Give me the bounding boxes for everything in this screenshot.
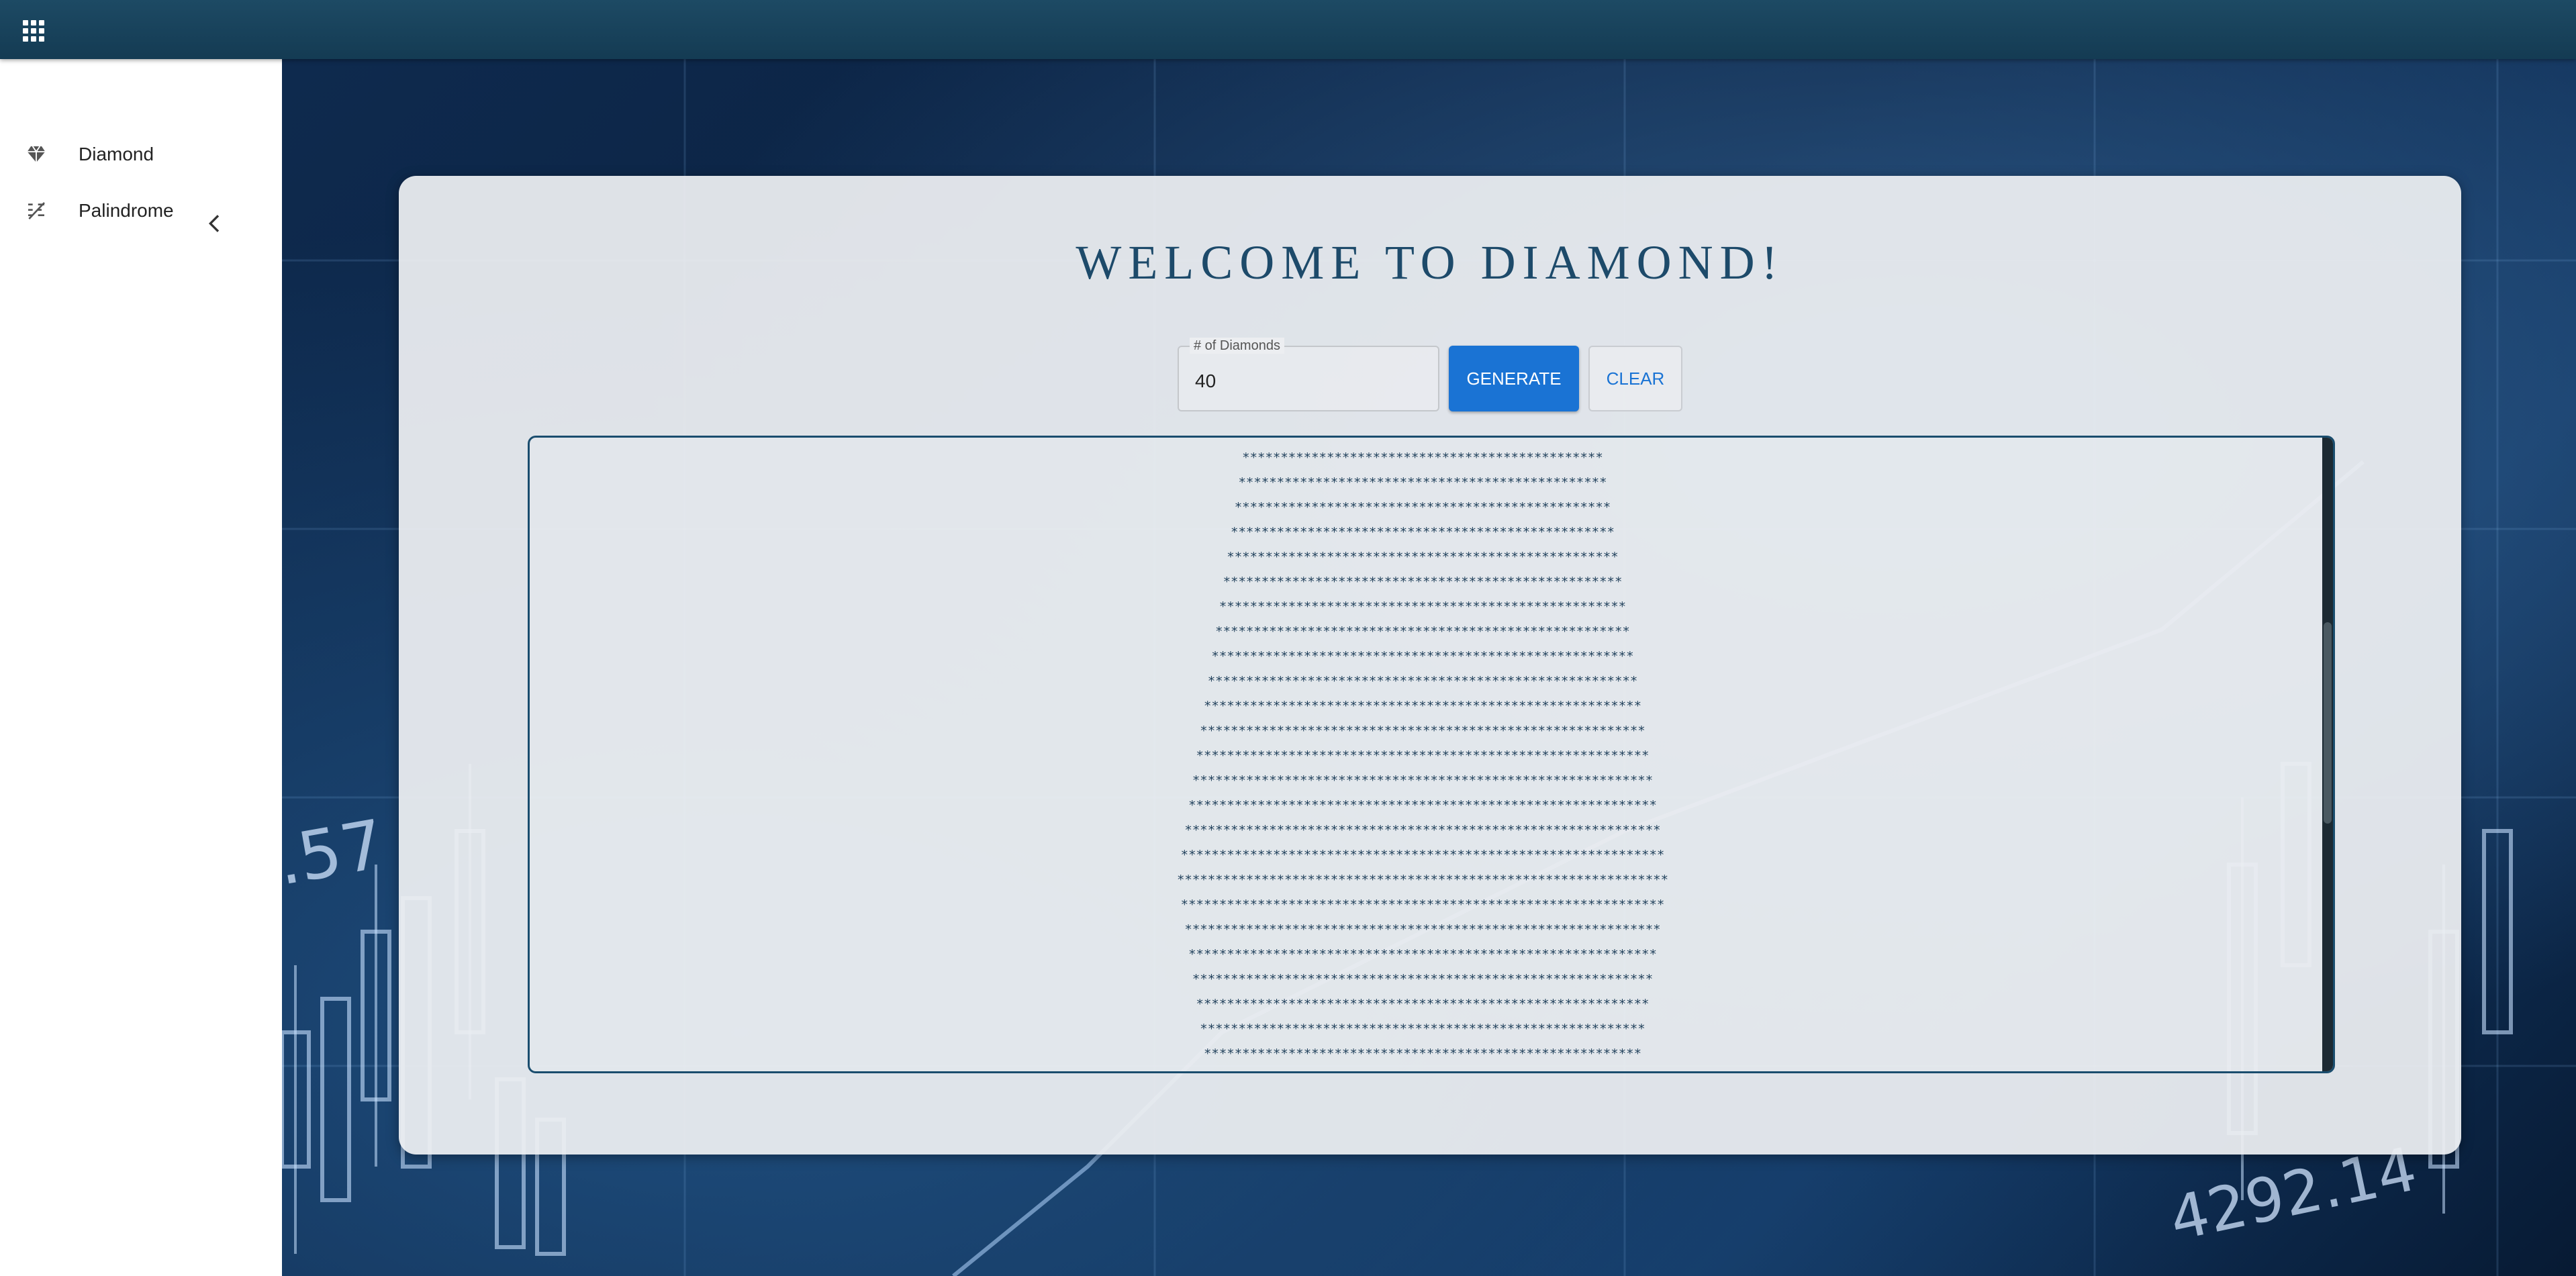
sidebar-item-label: Diamond <box>79 144 154 164</box>
page-title: WELCOME TO DIAMOND! <box>1076 236 1784 289</box>
diamond-icon <box>27 146 46 162</box>
diamonds-count-label: # of Diamonds <box>1190 338 1284 354</box>
diamond-card: WELCOME TO DIAMOND! # of Diamonds GENERA… <box>399 176 2461 1155</box>
apps-grid-icon[interactable] <box>20 17 44 42</box>
sidebar-item-diamond[interactable]: Diamond <box>0 126 282 183</box>
palindrome-icon <box>28 202 45 219</box>
clear-button[interactable]: CLEAR <box>1588 346 1682 411</box>
sidebar-item-palindrome[interactable]: Palindrome <box>0 183 282 239</box>
scrollbar-thumb[interactable] <box>2324 622 2332 824</box>
chevron-left-icon[interactable] <box>201 210 228 237</box>
svg-text:.57: .57 <box>282 805 390 901</box>
diamonds-count-input[interactable] <box>1194 366 1425 397</box>
generate-button[interactable]: GENERATE <box>1449 346 1579 411</box>
diamonds-count-field[interactable]: # of Diamonds <box>1178 338 1439 411</box>
diamond-output-area[interactable]: ****************************************… <box>528 436 2335 1073</box>
sidebar-item-label: Palindrome <box>79 200 174 221</box>
top-app-bar <box>0 0 2576 59</box>
output-scrollbar[interactable] <box>2322 438 2333 1071</box>
sidebar: Diamond Palindrome <box>0 59 282 1276</box>
diamond-output-text: ****************************************… <box>1176 450 1669 1061</box>
